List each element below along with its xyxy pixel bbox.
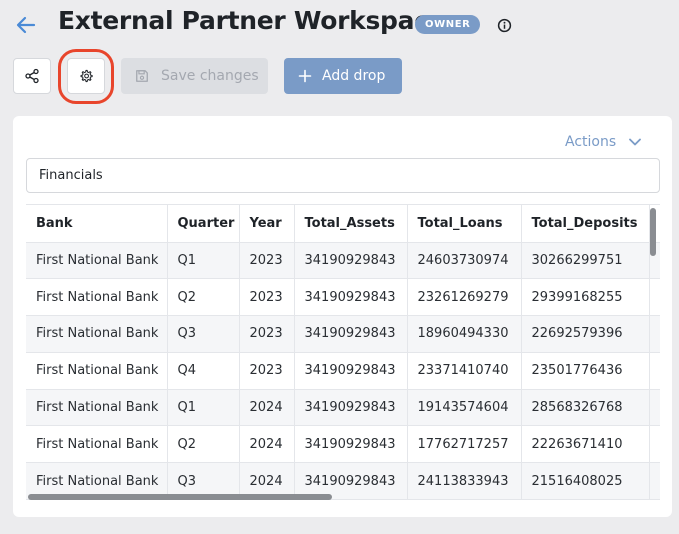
- table-cell: 34190929843: [294, 278, 408, 317]
- data-table-container[interactable]: Bank Quarter Year Total_Assets Total_Loa…: [26, 204, 660, 504]
- table-cell: 2024: [239, 425, 295, 464]
- floppy-disk-icon: [136, 70, 148, 82]
- data-table: Bank Quarter Year Total_Assets Total_Loa…: [26, 205, 660, 501]
- table-cell: Q4: [167, 352, 240, 390]
- share-button[interactable]: [13, 58, 51, 94]
- table-cell: 34190929843: [294, 242, 408, 280]
- table-cell: 1: [649, 462, 660, 501]
- chevron-down-icon: [629, 138, 642, 146]
- column-header-total-assets[interactable]: Total_Assets: [294, 205, 408, 243]
- horizontal-scrollbar[interactable]: [28, 494, 332, 500]
- table-cell: 23371410740: [407, 352, 522, 390]
- table-cell: 1: [649, 278, 660, 317]
- table-cell: 30266299751: [521, 242, 650, 280]
- table-row[interactable]: First National Bank Q3 2023 34190929843 …: [26, 315, 660, 353]
- table-cell: 2023: [239, 352, 295, 390]
- save-changes-label: Save changes: [161, 68, 259, 84]
- table-cell: First National Bank: [26, 315, 168, 353]
- table-cell: 17762717257: [407, 425, 522, 464]
- info-icon[interactable]: [497, 18, 512, 33]
- table-row[interactable]: First National Bank Q4 2023 34190929843 …: [26, 352, 660, 390]
- table-cell: 2023: [239, 242, 295, 280]
- table-cell: 6: [649, 315, 660, 353]
- table-cell: 7: [649, 352, 660, 390]
- column-header-total-deposits[interactable]: Total_Deposits: [521, 205, 650, 243]
- table-cell: Q2: [167, 425, 240, 464]
- table-cell: 28568326768: [521, 389, 650, 427]
- table-cell: Q1: [167, 389, 240, 427]
- table-cell: First National Bank: [26, 278, 168, 317]
- table-cell: 1: [649, 425, 660, 464]
- data-panel: Actions Bank Quarter Year Total_Assets T…: [13, 116, 672, 517]
- page-header: External Partner Workspace OWNER: [0, 0, 679, 50]
- actions-label: Actions: [565, 134, 617, 150]
- table-cell: First National Bank: [26, 389, 168, 427]
- table-cell: 2024: [239, 389, 295, 427]
- table-cell: First National Bank: [26, 242, 168, 280]
- table-row[interactable]: First National Bank Q1 2023 34190929843 …: [26, 242, 660, 280]
- actions-dropdown[interactable]: Actions: [565, 133, 642, 151]
- page-title: External Partner Workspace: [58, 6, 446, 35]
- table-cell: 2023: [239, 315, 295, 353]
- column-header-total-loans[interactable]: Total_Loans: [407, 205, 522, 243]
- plus-icon: [298, 69, 312, 83]
- table-row[interactable]: First National Bank Q2 2024 34190929843 …: [26, 425, 660, 464]
- table-cell: 24113833943: [407, 462, 522, 501]
- table-cell: 8: [649, 389, 660, 427]
- table-cell: 34190929843: [294, 315, 408, 353]
- column-header-year[interactable]: Year: [239, 205, 295, 243]
- dataset-input[interactable]: [26, 158, 660, 193]
- share-icon: [25, 68, 39, 84]
- gear-icon: [80, 69, 93, 83]
- table-header-row: Bank Quarter Year Total_Assets Total_Loa…: [26, 205, 660, 243]
- table-cell: 22692579396: [521, 315, 650, 353]
- add-drop-label: Add drop: [322, 68, 386, 84]
- table-cell: 19143574604: [407, 389, 522, 427]
- add-drop-button[interactable]: Add drop: [284, 58, 402, 94]
- table-cell: 23501776436: [521, 352, 650, 390]
- table-cell: 2023: [239, 278, 295, 317]
- table-cell: 23261269279: [407, 278, 522, 317]
- save-changes-button[interactable]: Save changes: [121, 58, 268, 94]
- owner-badge: OWNER: [415, 15, 481, 34]
- settings-button[interactable]: [67, 58, 105, 94]
- column-header-quarter[interactable]: Quarter: [167, 205, 240, 243]
- table-cell: 18960494330: [407, 315, 522, 353]
- table-cell: 34190929843: [294, 389, 408, 427]
- table-cell: 24603730974: [407, 242, 522, 280]
- table-cell: 34190929843: [294, 352, 408, 390]
- table-cell: 22263671410: [521, 425, 650, 464]
- back-arrow-icon[interactable]: [14, 13, 38, 37]
- table-cell: Q3: [167, 315, 240, 353]
- table-cell: 21516408025: [521, 462, 650, 501]
- table-row[interactable]: First National Bank Q2 2023 34190929843 …: [26, 278, 660, 317]
- table-cell: First National Bank: [26, 352, 168, 390]
- column-header-bank[interactable]: Bank: [26, 205, 168, 243]
- table-cell: First National Bank: [26, 425, 168, 464]
- table-cell: 29399168255: [521, 278, 650, 317]
- table-cell: 34190929843: [294, 425, 408, 464]
- vertical-scrollbar[interactable]: [650, 208, 656, 256]
- table-cell: Q2: [167, 278, 240, 317]
- table-cell: Q1: [167, 242, 240, 280]
- table-row[interactable]: First National Bank Q1 2024 34190929843 …: [26, 389, 660, 427]
